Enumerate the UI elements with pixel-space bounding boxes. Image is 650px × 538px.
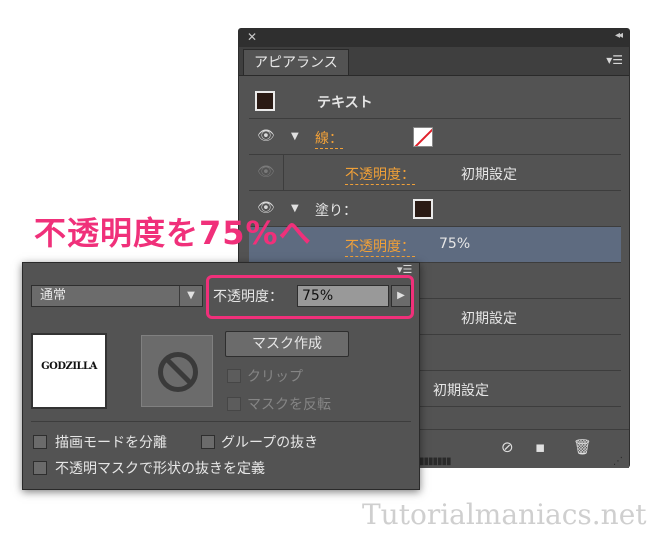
isolate-blending-label: 描画モードを分離 bbox=[55, 435, 167, 451]
object-swatch bbox=[255, 91, 275, 111]
appearance-row-object[interactable]: テキスト bbox=[249, 83, 621, 119]
knockout-group-checkbox[interactable] bbox=[201, 435, 215, 449]
fill-swatch[interactable] bbox=[413, 199, 433, 219]
appearance-row-stroke[interactable]: 👁 ▼ 線： bbox=[249, 119, 621, 155]
stroke-label[interactable]: 線： bbox=[315, 128, 343, 149]
opacity-highlight-box bbox=[206, 275, 414, 319]
appearance-row-stroke-opacity[interactable]: 👁 不透明度： 初期設定 bbox=[249, 155, 621, 191]
close-icon[interactable]: ✕ bbox=[247, 30, 257, 44]
stroke-opacity-link[interactable]: 不透明度： bbox=[345, 167, 415, 185]
stroke-label-link[interactable]: 線： bbox=[315, 131, 343, 149]
headline-annotation: 不透明度を75%へ bbox=[34, 214, 312, 252]
isolate-blending-checkbox[interactable] bbox=[33, 435, 47, 449]
blend-mode-value: 通常 bbox=[40, 288, 67, 303]
mask-thumbnail[interactable] bbox=[141, 335, 213, 407]
eye-icon[interactable]: 👁 bbox=[257, 164, 275, 180]
fill-opacity-value: 75% bbox=[439, 236, 471, 252]
knockout-group-label: グループの抜き bbox=[221, 435, 319, 451]
clip-label: クリップ bbox=[247, 369, 303, 385]
tab-appearance[interactable]: アピアランス bbox=[243, 49, 349, 75]
thumbnail-text: GODZILLA bbox=[41, 361, 97, 372]
no-symbol-icon[interactable]: ⊘ bbox=[501, 438, 514, 456]
row-value: 初期設定 bbox=[433, 383, 489, 399]
popup-divider bbox=[31, 421, 411, 422]
invert-mask-label: マスクを反転 bbox=[247, 397, 331, 413]
row-value: 初期設定 bbox=[461, 311, 517, 327]
fill-opacity-label[interactable]: 不透明度： bbox=[345, 236, 415, 257]
invert-mask-checkbox[interactable] bbox=[227, 397, 241, 411]
stroke-opacity-label[interactable]: 不透明度： bbox=[345, 164, 415, 185]
eye-icon[interactable]: 👁 bbox=[257, 128, 275, 144]
panel-titlebar: ✕ ◂◂ bbox=[239, 29, 629, 47]
fill-opacity-link[interactable]: 不透明度： bbox=[345, 239, 415, 257]
new-item-icon[interactable]: ▪ bbox=[535, 438, 545, 456]
panel-menu-icon[interactable]: ▾☰ bbox=[606, 53, 623, 67]
watermark: Tutorialmaniacs.net bbox=[362, 498, 647, 531]
fill-label[interactable]: 塗り： bbox=[315, 200, 357, 220]
stroke-opacity-value: 初期設定 bbox=[461, 167, 517, 183]
trash-icon[interactable]: 🗑 bbox=[573, 438, 592, 456]
make-mask-button[interactable]: マスク作成 bbox=[225, 331, 349, 357]
panel-tabbar: アピアランス bbox=[239, 47, 629, 76]
no-symbol-icon bbox=[158, 352, 198, 392]
blend-mode-select[interactable]: 通常 ▼ bbox=[31, 285, 203, 307]
opacity-mask-checkbox[interactable] bbox=[33, 461, 47, 475]
collapse-icon[interactable]: ◂◂ bbox=[615, 30, 623, 41]
object-thumbnail[interactable]: GODZILLA bbox=[31, 333, 107, 409]
object-label: テキスト bbox=[317, 95, 373, 111]
resize-grip[interactable]: ▮▮▮▮▮▮▮ bbox=[419, 456, 452, 467]
stroke-none-swatch[interactable] bbox=[413, 127, 433, 147]
chevron-down-icon[interactable]: ▼ bbox=[179, 286, 202, 306]
corner-grip-icon[interactable]: ⋰ bbox=[613, 456, 623, 467]
opacity-mask-label: 不透明マスクで形状の抜きを定義 bbox=[55, 461, 265, 477]
disclosure-triangle-icon[interactable]: ▼ bbox=[291, 131, 299, 142]
row-divider bbox=[283, 155, 284, 191]
clip-checkbox[interactable] bbox=[227, 369, 241, 383]
